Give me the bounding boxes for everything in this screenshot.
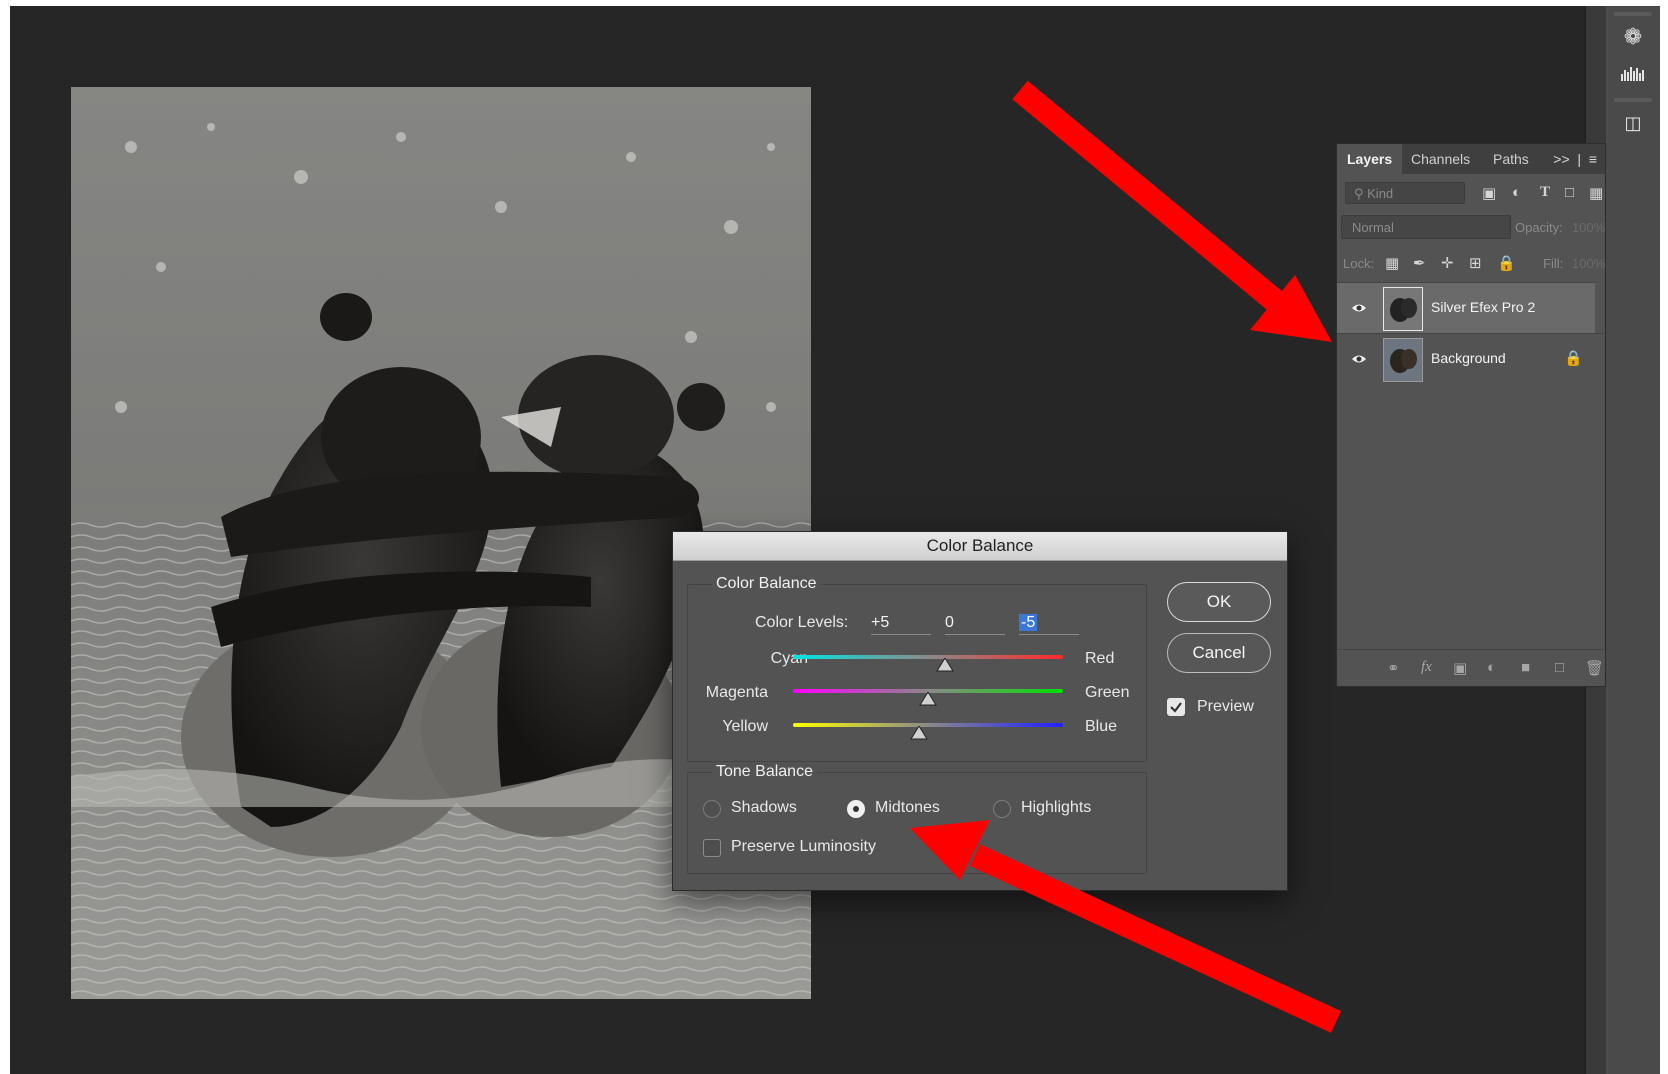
right-dock: ❁ ◫ [1606,6,1660,1074]
new-group-icon[interactable]: ■ [1521,659,1530,676]
yellow-blue-slider[interactable] [793,723,1063,727]
layers-panel: Layers Channels Paths >> | ≡ ⚲ Kind ▣ ◐ … [1336,143,1606,687]
green-label: Green [1085,684,1130,701]
layer-lock-icon: 🔒 [1564,350,1583,367]
visibility-eye-icon[interactable] [1351,300,1367,316]
link-layers-icon[interactable]: ⚭ [1387,659,1400,677]
shadows-label[interactable]: Shadows [731,799,797,817]
midtones-label[interactable]: Midtones [875,799,940,817]
navigator-icon[interactable]: ❁ [1615,22,1651,52]
cyan-red-slider[interactable] [793,655,1063,659]
panel-menu-controls[interactable]: >> | ≡ [1553,144,1597,174]
yellow-blue-level-input[interactable]: -5 [1019,612,1079,635]
adjustment-filter-icon[interactable]: ◐ [1512,184,1521,201]
layers-panel-footer: ⚭ fx ▣ ◐ ■ □ 🗑 [1337,649,1605,686]
tone-balance-group [687,772,1147,874]
lock-pixels-icon[interactable]: ✒ [1413,254,1426,272]
lock-all-icon[interactable]: 🔒 [1497,254,1516,272]
magenta-label: Magenta [705,684,768,701]
preserve-luminosity-label[interactable]: Preserve Luminosity [731,838,876,856]
lock-label: Lock: [1343,256,1375,271]
cancel-button[interactable]: Cancel [1167,633,1271,673]
delete-layer-icon[interactable]: 🗑 [1585,659,1604,677]
histogram-icon[interactable] [1615,58,1651,88]
layer-row-background[interactable]: Background 🔒 [1337,333,1605,384]
opacity-value[interactable]: 100% [1572,220,1605,235]
preview-checkbox[interactable] [1167,698,1185,716]
blue-label: Blue [1085,718,1118,735]
checkmark-icon [1170,702,1182,713]
fill-label: Fill: [1543,256,1564,271]
fill-value[interactable]: 100% [1572,256,1605,271]
smart-object-filter-icon[interactable]: ▦ [1589,184,1603,202]
collapse-icon[interactable]: >> [1553,151,1569,167]
layer-thumbnail [1383,287,1423,331]
lock-transparency-icon[interactable]: ▦ [1385,254,1399,272]
midtones-radio[interactable] [847,800,865,818]
blend-opacity-row: Normal Opacity: 100% [1337,212,1605,244]
highlights-label[interactable]: Highlights [1021,799,1091,817]
blend-mode-select[interactable]: Normal [1341,215,1511,239]
shadows-radio[interactable] [703,800,721,818]
lock-artboard-icon[interactable]: ⊞ [1469,254,1482,272]
tab-layers[interactable]: Layers [1337,144,1403,174]
layer-thumbnail [1383,338,1423,382]
cyan-red-level-input[interactable]: +5 [871,612,931,635]
kind-filter-select[interactable]: ⚲ Kind [1345,182,1465,204]
layer-name[interactable]: Silver Efex Pro 2 [1431,299,1535,315]
color-levels-label: Color Levels: [755,614,849,631]
shape-filter-icon[interactable]: □ [1565,184,1574,201]
cyan-label: Cyan [770,650,808,667]
tone-balance-group-label: Tone Balance [712,763,817,781]
yellow-label: Yellow [722,718,768,735]
preview-label[interactable]: Preview [1197,698,1254,716]
type-filter-icon[interactable]: T [1540,184,1550,201]
red-label: Red [1085,650,1115,667]
color-balance-dialog: Color Balance Color Balance Color Levels… [672,531,1288,891]
highlights-radio[interactable] [993,800,1011,818]
magenta-green-level-input[interactable]: 0 [945,612,1005,635]
lock-row: Lock: ▦ ✒ ✛ ⊞ 🔒 Fill: 100% [1337,248,1605,280]
tab-paths[interactable]: Paths [1493,144,1529,174]
preserve-luminosity-checkbox[interactable] [703,839,721,857]
panel-tabs: Layers Channels Paths >> | ≡ [1337,144,1605,174]
visibility-eye-icon[interactable] [1351,351,1367,367]
dialog-title[interactable]: Color Balance [673,532,1287,561]
layer-style-icon[interactable]: fx [1421,659,1432,676]
3d-icon[interactable]: ◫ [1615,108,1651,138]
lock-position-icon[interactable]: ✛ [1441,254,1454,272]
add-mask-icon[interactable]: ▣ [1453,659,1467,677]
dock-grip[interactable] [1614,98,1652,102]
new-layer-icon[interactable]: □ [1555,659,1564,676]
layer-name[interactable]: Background [1431,350,1506,366]
layer-row-silver-efex[interactable]: Silver Efex Pro 2 [1337,282,1595,333]
color-balance-group-label: Color Balance [712,575,821,593]
new-adjustment-layer-icon[interactable]: ◐ [1487,659,1496,676]
opacity-label: Opacity: [1515,220,1563,235]
ok-button[interactable]: OK [1167,582,1271,622]
panel-menu-icon[interactable]: ≡ [1589,151,1597,167]
layer-filter-row: ⚲ Kind ▣ ◐ T □ ▦ [1337,174,1605,210]
dock-grip[interactable] [1614,12,1652,16]
tab-channels[interactable]: Channels [1411,144,1470,174]
pixel-filter-icon[interactable]: ▣ [1482,184,1496,202]
